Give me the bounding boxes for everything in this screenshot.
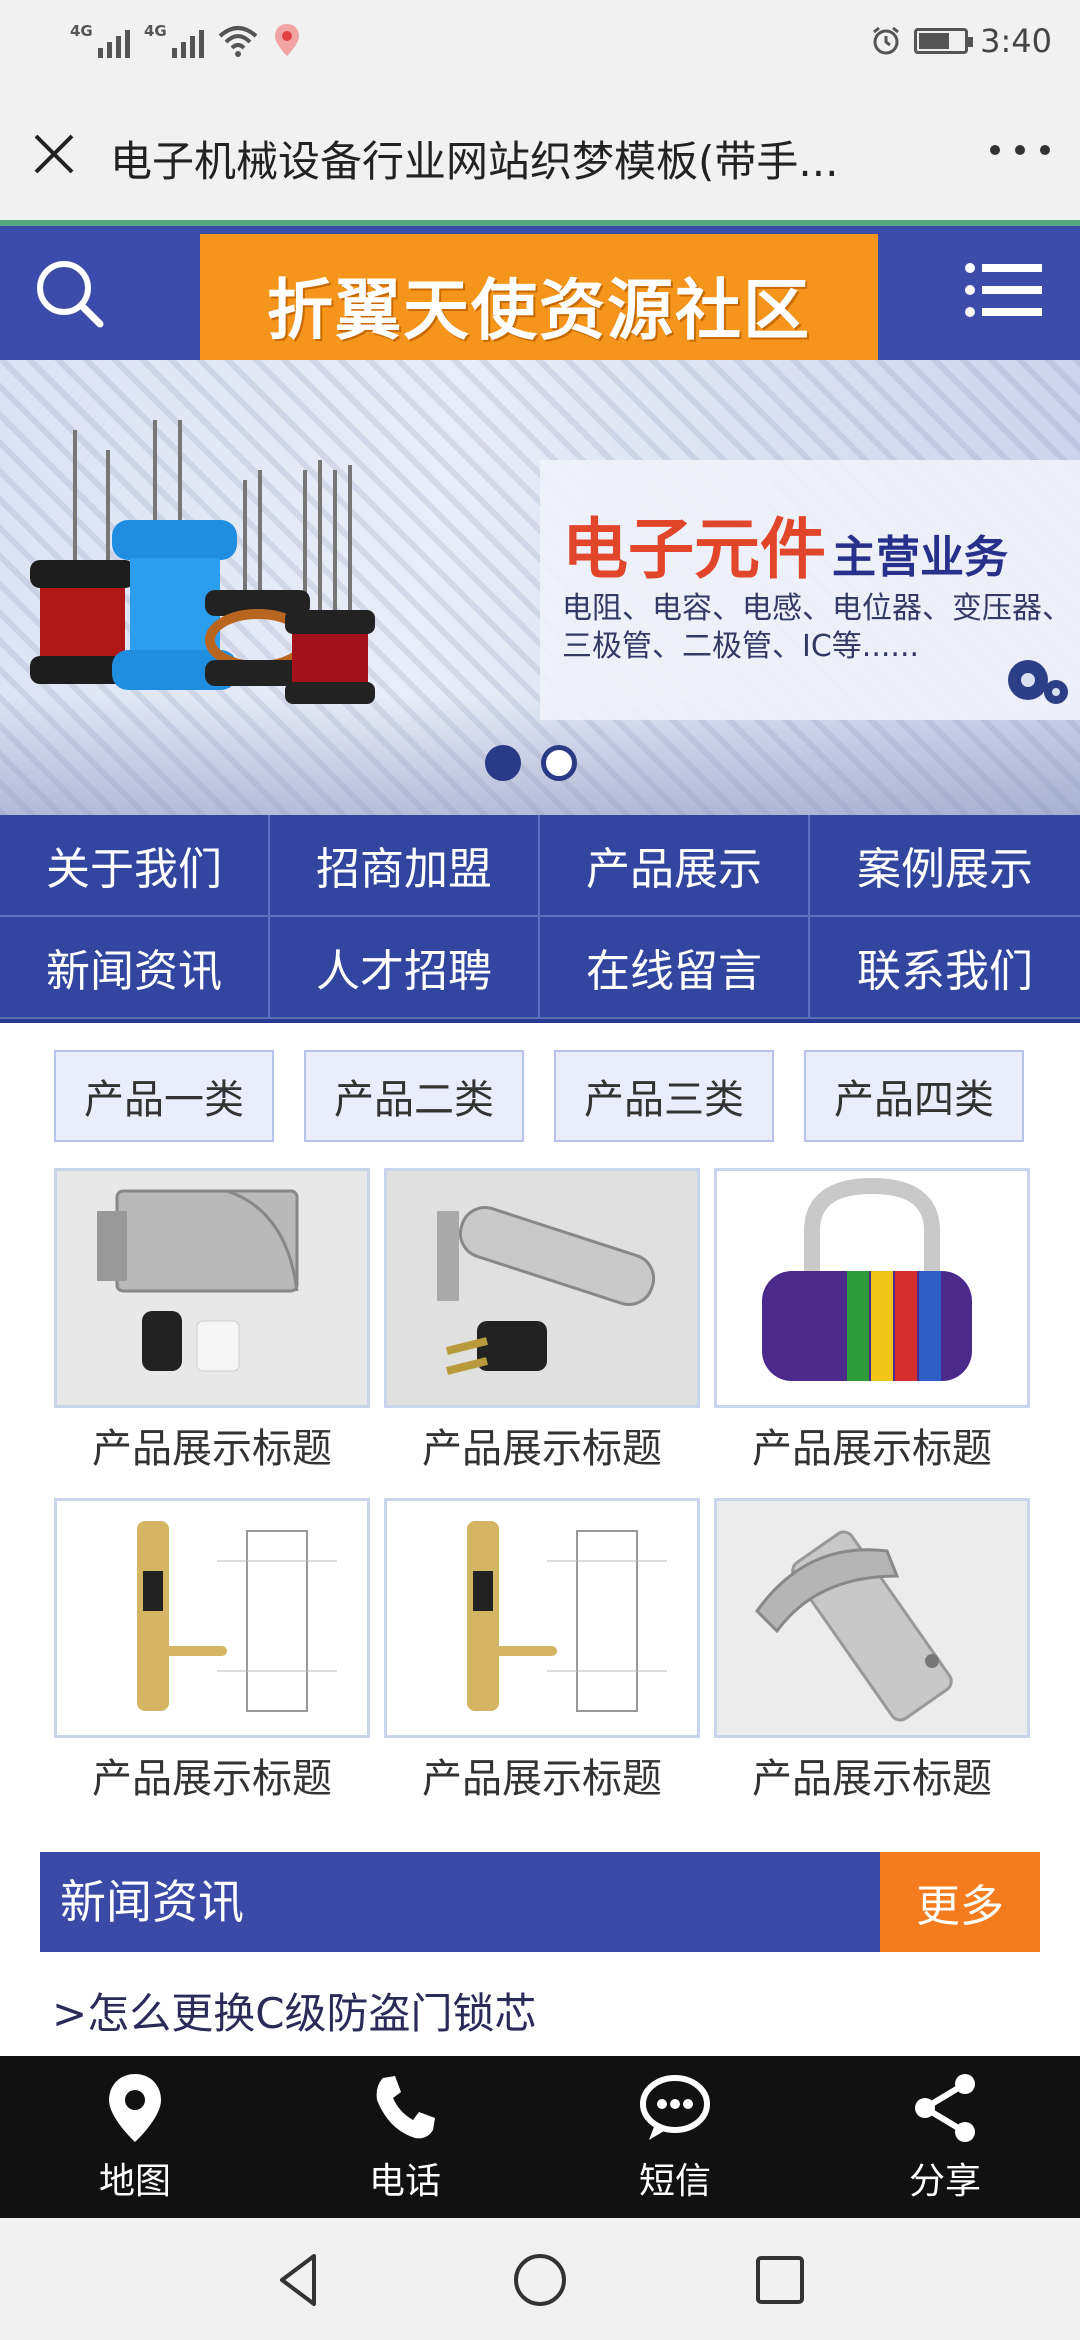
product-card[interactable]: 产品展示标题: [54, 1168, 370, 1490]
product-title[interactable]: 产品展示标题: [54, 1408, 370, 1490]
status-right: 3:40: [870, 22, 1052, 60]
category-tab[interactable]: 产品四类: [804, 1050, 1024, 1142]
recents-icon[interactable]: [748, 2248, 812, 2312]
search-icon[interactable]: [30, 254, 110, 334]
nav-item-news[interactable]: 新闻资讯: [0, 917, 270, 1019]
phone-icon: [376, 2076, 435, 2139]
share-icon: [915, 2074, 975, 2142]
close-icon[interactable]: [28, 128, 80, 180]
system-nav-bar: [0, 2218, 1080, 2340]
banner-description: 电阻、电容、电感、电位器、变压器、三极管、二极管、IC等......: [562, 591, 1072, 664]
action-share[interactable]: 分享: [810, 2056, 1080, 2218]
product-title[interactable]: 产品展示标题: [384, 1738, 700, 1820]
message-icon: [640, 2075, 710, 2140]
news-header: 新闻资讯 更多: [40, 1852, 1040, 1952]
nav-item-cases[interactable]: 案例展示: [810, 815, 1080, 917]
category-tab[interactable]: 产品一类: [54, 1050, 274, 1142]
menu-icon[interactable]: [964, 260, 1044, 320]
category-tab[interactable]: 产品二类: [304, 1050, 524, 1142]
action-label: 短信: [638, 2161, 711, 2202]
product-title[interactable]: 产品展示标题: [714, 1738, 1030, 1820]
nav-item-about[interactable]: 关于我们: [0, 815, 270, 917]
product-title[interactable]: 产品展示标题: [384, 1408, 700, 1490]
fingerprint-lock-image[interactable]: [54, 1498, 370, 1738]
action-label: 分享: [908, 2161, 981, 2202]
signal-label: 4G: [144, 22, 167, 40]
carousel-dot[interactable]: [485, 745, 521, 781]
carousel-dot[interactable]: [541, 745, 577, 781]
home-icon[interactable]: [508, 2248, 572, 2312]
inductor-image: [30, 420, 375, 704]
product-card[interactable]: 产品展示标题: [714, 1168, 1030, 1490]
gear-icon: [1008, 660, 1068, 704]
fingerprint-lock-image[interactable]: [384, 1498, 700, 1738]
banner-carousel[interactable]: 电子元件 主营业务 电阻、电容、电感、电位器、变压器、三极管、二极管、IC等..…: [0, 360, 1080, 815]
product-card[interactable]: 产品展示标题: [384, 1168, 700, 1490]
status-time: 3:40: [980, 22, 1052, 60]
nav-item-contact[interactable]: 联系我们: [810, 917, 1080, 1019]
action-map[interactable]: 地图: [0, 2056, 270, 2218]
site-logo[interactable]: 折翼天使资源社区: [200, 234, 878, 376]
news-section-title: 新闻资讯: [60, 1875, 244, 1929]
combination-padlock-image[interactable]: [714, 1168, 1030, 1408]
product-card[interactable]: 产品展示标题: [714, 1498, 1030, 1820]
nav-item-jobs[interactable]: 人才招聘: [270, 917, 540, 1019]
location-app-icon: [275, 24, 299, 56]
logo-text: 折翼天使资源社区: [267, 272, 811, 349]
wifi-icon: [218, 26, 258, 57]
nav-item-products[interactable]: 产品展示: [540, 815, 810, 917]
nav-item-guestbook[interactable]: 在线留言: [540, 917, 810, 1019]
alarm-icon: [873, 26, 900, 55]
action-sms[interactable]: 短信: [540, 2056, 810, 2218]
signal-label: 4G: [70, 22, 93, 40]
news-item[interactable]: >怎么更换C级防盗门锁芯: [52, 1980, 537, 2041]
product-grid: 产品展示标题 产品展示标题 产品展示标题 产品展示标题 产品展示标题 产品展示标…: [54, 1168, 1034, 1820]
banner-title-blue: 主营业务: [832, 532, 1008, 583]
carousel-dots: [485, 745, 577, 781]
category-tab[interactable]: 产品三类: [554, 1050, 774, 1142]
browser-title-bar: 电子机械设备行业网站织梦模板(带手...: [0, 90, 1080, 220]
product-card[interactable]: 产品展示标题: [54, 1498, 370, 1820]
more-icon[interactable]: [990, 130, 1050, 170]
category-tabs: 产品一类 产品二类 产品三类 产品四类: [54, 1050, 1034, 1142]
door-handle-image[interactable]: [714, 1498, 1030, 1738]
bottom-action-bar: 地图 电话 短信 分享: [0, 2056, 1080, 2218]
signal-icon: 4G: [144, 22, 204, 58]
action-label: 地图: [98, 2161, 171, 2202]
status-bar: 4G 4G 3:40: [0, 0, 1080, 90]
banner-card: 电子元件 主营业务 电阻、电容、电感、电位器、变压器、三极管、二极管、IC等..…: [540, 460, 1080, 720]
nav-item-franchise[interactable]: 招商加盟: [270, 815, 540, 917]
action-phone[interactable]: 电话: [270, 2056, 540, 2218]
product-title[interactable]: 产品展示标题: [714, 1408, 1030, 1490]
map-pin-icon: [109, 2074, 161, 2142]
product-card[interactable]: 产品展示标题: [384, 1498, 700, 1820]
signal-icon: 4G: [70, 22, 130, 58]
product-title[interactable]: 产品展示标题: [54, 1738, 370, 1820]
status-left: 4G 4G: [70, 22, 302, 58]
battery-icon: [914, 28, 974, 54]
back-icon[interactable]: [268, 2248, 332, 2312]
remote-lock-image[interactable]: [54, 1168, 370, 1408]
banner-title-red: 电子元件: [562, 511, 826, 588]
site-header: 折翼天使资源社区: [0, 220, 1080, 376]
banner-title: 电子元件 主营业务: [562, 496, 1008, 592]
main-nav: 关于我们 招商加盟 产品展示 案例展示 新闻资讯 人才招聘 在线留言 联系我们: [0, 815, 1080, 1023]
cylinder-lock-image[interactable]: [384, 1168, 700, 1408]
action-label: 电话: [368, 2161, 441, 2202]
news-more-button[interactable]: 更多: [880, 1852, 1040, 1952]
page-title: 电子机械设备行业网站织梦模板(带手...: [110, 137, 839, 186]
